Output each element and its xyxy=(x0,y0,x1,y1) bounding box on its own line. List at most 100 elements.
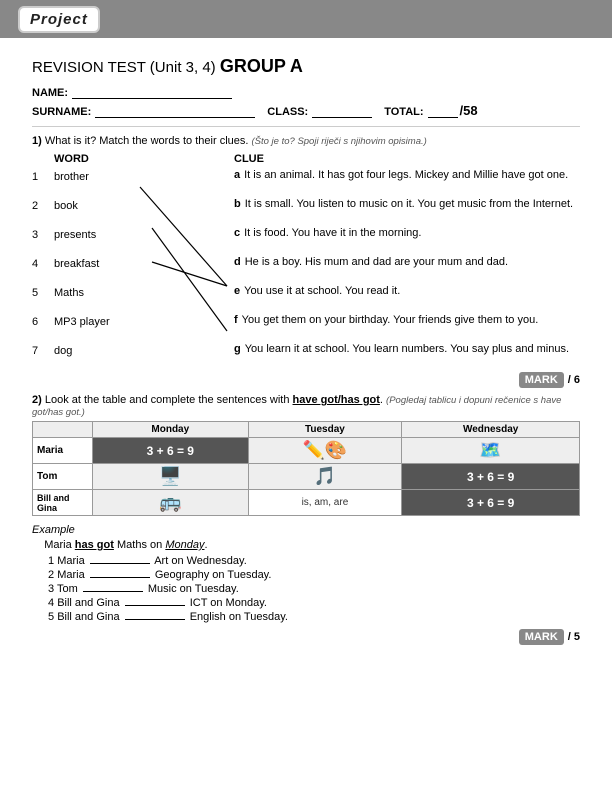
blank-line[interactable] xyxy=(125,605,185,606)
clue-col: fYou get them on your birthday. Your fri… xyxy=(234,314,580,326)
section1-instruction: What is it? Match the words to their clu… xyxy=(45,135,249,147)
sentence-rest: Music on Tuesday. xyxy=(148,583,239,595)
word-clue-row: 5Maths e You use it at school. You read it… xyxy=(32,285,580,307)
word-number: 1 xyxy=(32,169,54,183)
word-number: 7 xyxy=(32,343,54,357)
clue-col: c It is food. You have it in the morning. xyxy=(234,227,580,239)
sentences-list: 1 Maria Art on Wednesday. 2 Maria Geograp… xyxy=(48,555,580,623)
word-header: WORD xyxy=(54,153,154,165)
row-billandgina-wednesday: 3 + 6 = 9 xyxy=(402,490,580,516)
sentence-rest: ICT on Monday. xyxy=(190,597,267,609)
row-tom-name: Tom xyxy=(33,464,93,490)
sentence-subject: Maria xyxy=(57,555,85,567)
total-label: TOTAL: xyxy=(384,106,423,118)
list-item: 3 Tom Music on Tuesday. xyxy=(48,583,580,595)
blank-line[interactable] xyxy=(83,591,143,592)
sentence-rest: Art on Wednesday. xyxy=(154,555,247,567)
surname-group: SURNAME: xyxy=(32,106,255,118)
col-monday: Monday xyxy=(93,422,249,438)
section1-title: 1) What is it? Match the words to their … xyxy=(32,135,580,147)
word-clue-row: 3presents c It is food. You have it in the… xyxy=(32,227,580,249)
main-content: REVISION TEST (Unit 3, 4) GROUP A NAME: … xyxy=(0,38,612,669)
section1-number: 1) xyxy=(32,135,42,147)
list-item: 5 Bill and Gina English on Tuesday. xyxy=(48,611,580,623)
clue-letter: c xyxy=(234,227,240,239)
word-clue-row: 1brotheraIt is an animal. It has got fou… xyxy=(32,169,580,191)
table-row: Tom 🖥️ 🎵 3 + 6 = 9 xyxy=(33,464,580,490)
word-clue-row: 2bookbIt is small. You listen to music o… xyxy=(32,198,580,220)
name-label: NAME: xyxy=(32,87,68,99)
clue-letter: e xyxy=(234,285,240,297)
word-text: dog xyxy=(54,343,154,357)
clue-text: He is a boy. His mum and dad are your mu… xyxy=(245,256,508,268)
total-score: /58 xyxy=(460,103,478,118)
project-logo: Project xyxy=(18,6,100,33)
word-clue-headers: WORD CLUE xyxy=(32,153,580,165)
divider-1 xyxy=(32,126,580,127)
word-number: 6 xyxy=(32,314,54,328)
word-number: 4 xyxy=(32,256,54,270)
clue-text: It is small. You listen to music on it. … xyxy=(245,198,573,210)
total-group: TOTAL: /58 xyxy=(384,103,477,118)
section2-have-got: have got/has got xyxy=(293,394,380,406)
list-item: 2 Maria Geography on Tuesday. xyxy=(48,569,580,581)
clue-text: You learn it at school. You learn number… xyxy=(245,343,569,355)
class-field[interactable] xyxy=(312,117,372,118)
sentence-num: 5 xyxy=(48,611,54,623)
sentence-num: 4 xyxy=(48,597,54,609)
clue-letter: b xyxy=(234,198,241,210)
word-number: 5 xyxy=(32,285,54,299)
schedule-table: Monday Tuesday Wednesday Maria 3 + 6 = 9… xyxy=(32,421,580,516)
title-bold-text: GROUP A xyxy=(220,56,303,76)
example-label: Example xyxy=(32,524,580,536)
word-text: Maths xyxy=(54,285,154,299)
example-has-got: has got xyxy=(75,539,114,551)
row-maria-monday: 3 + 6 = 9 xyxy=(93,438,249,464)
row-billandgina-name: Bill andGina xyxy=(33,490,93,516)
word-text: MP3 player xyxy=(54,314,154,328)
clue-text: It is food. You have it in the morning. xyxy=(244,227,421,239)
row-maria-name: Maria xyxy=(33,438,93,464)
row-billandgina-tuesday: is, am, are xyxy=(248,490,402,516)
name-field[interactable] xyxy=(72,98,232,99)
clue-letter: d xyxy=(234,256,241,268)
section2-mark-row: MARK / 5 xyxy=(32,629,580,645)
sentence-subject: Maria xyxy=(57,569,85,581)
row-maria-wednesday: 🗺️ xyxy=(402,438,580,464)
table-header-row: Monday Tuesday Wednesday xyxy=(33,422,580,438)
blank-line[interactable] xyxy=(125,619,185,620)
section2-mark-badge: MARK xyxy=(519,629,564,645)
clue-letter: a xyxy=(234,169,240,181)
surname-row: SURNAME: CLASS: TOTAL: /58 xyxy=(32,103,580,118)
col-wednesday: Wednesday xyxy=(402,422,580,438)
clue-text: You use it at school. You read it. xyxy=(244,285,400,297)
clue-col: e You use it at school. You read it. xyxy=(234,285,580,297)
row-tom-tuesday: 🎵 xyxy=(248,464,402,490)
section2-number: 2) xyxy=(32,394,42,406)
section1-mark-badge: MARK xyxy=(519,372,564,388)
word-clue-row: 6MP3 player fYou get them on your birthda… xyxy=(32,314,580,336)
word-number: 3 xyxy=(32,227,54,241)
class-label: CLASS: xyxy=(267,106,308,118)
row-tom-wednesday: 3 + 6 = 9 xyxy=(402,464,580,490)
word-text: presents xyxy=(54,227,154,241)
name-row: NAME: xyxy=(32,87,580,99)
example-prep: on xyxy=(150,539,162,551)
table-row: Bill andGina 🚌 is, am, are 3 + 6 = 9 xyxy=(33,490,580,516)
sentence-num: 3 xyxy=(48,583,54,595)
word-clue-row: 4breakfastdHe is a boy. His mum and dad … xyxy=(32,256,580,278)
clue-col: d He is a boy. His mum and dad are your m… xyxy=(234,256,580,268)
clue-text: It is an animal. It has got four legs. M… xyxy=(244,169,568,181)
surname-field[interactable] xyxy=(95,117,255,118)
sentence-num: 1 xyxy=(48,555,54,567)
sentence-subject: Bill and Gina xyxy=(57,597,119,609)
col-name xyxy=(33,422,93,438)
blank-line[interactable] xyxy=(90,563,150,564)
word-text: book xyxy=(54,198,154,212)
blank-line[interactable] xyxy=(90,577,150,578)
col-num-header xyxy=(32,153,54,165)
class-group: CLASS: xyxy=(267,106,372,118)
row-tom-monday: 🖥️ xyxy=(93,464,249,490)
sentence-rest: English on Tuesday. xyxy=(190,611,288,623)
example-subject: Maths xyxy=(117,539,147,551)
